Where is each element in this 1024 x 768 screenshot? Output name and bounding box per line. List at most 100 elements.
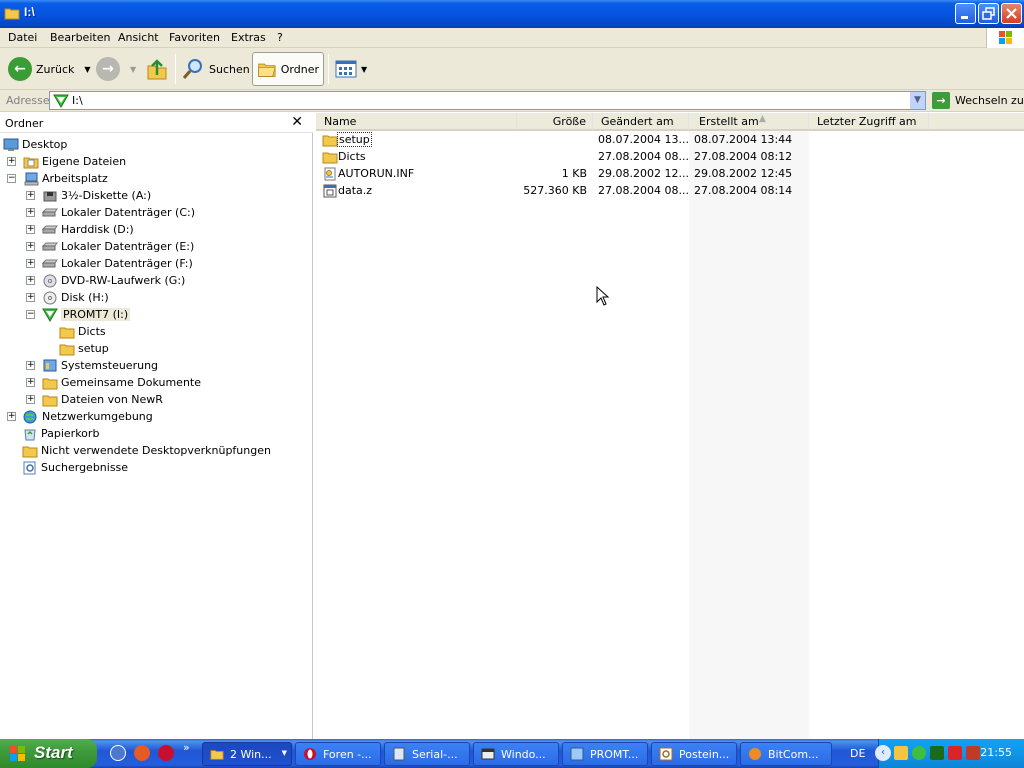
tree-item-papierkorb[interactable]: Papierkorb (22, 425, 99, 442)
tree-item-drive-i[interactable]: − PROMT7 (I:) (26, 306, 131, 323)
up-folder-button[interactable] (146, 52, 168, 86)
tree-item-drive-c[interactable]: + Lokaler Datenträger (C:) (26, 204, 195, 221)
quicklaunch-overflow-icon[interactable]: » (183, 741, 190, 754)
task-bitcomet[interactable]: BitCom... (740, 742, 832, 766)
views-button[interactable]: ▼ (335, 52, 367, 86)
tray-clock-app-icon[interactable] (894, 746, 908, 760)
file-modified: 29.08.2002 12... (598, 167, 689, 180)
forward-arrow-icon: → (96, 57, 120, 81)
column-header-size[interactable]: Größe (517, 113, 593, 131)
expand-icon[interactable]: + (26, 208, 35, 217)
expand-icon[interactable]: + (7, 412, 16, 421)
expand-icon[interactable]: + (26, 395, 35, 404)
menu-datei[interactable]: Datei (8, 31, 37, 44)
folder-icon (22, 446, 38, 457)
expand-icon[interactable]: + (26, 242, 35, 251)
restore-button[interactable] (978, 3, 999, 24)
back-button[interactable]: ← Zurück ▼ (8, 52, 91, 86)
close-button[interactable] (1001, 3, 1022, 24)
chevron-down-icon: ▼ (914, 95, 921, 105)
tree-item-arbeitsplatz[interactable]: − Arbeitsplatz (7, 170, 108, 187)
quicklaunch-opera-icon[interactable] (158, 745, 174, 761)
inf-file-icon (324, 167, 336, 181)
tree-item-unused-shortcuts[interactable]: Nicht verwendete Desktopverknüpfungen (22, 442, 271, 459)
tree-item-drive-d[interactable]: + Harddisk (D:) (26, 221, 134, 238)
tree-item-drive-h[interactable]: + Disk (H:) (26, 289, 109, 306)
address-value: I:\ (72, 94, 83, 107)
desktop-icon (3, 138, 19, 151)
window-app-icon (481, 748, 495, 760)
column-header-created[interactable]: Erstellt am ▲ (689, 113, 809, 131)
expand-icon[interactable]: + (26, 276, 35, 285)
tree-item-dicts[interactable]: Dicts (59, 323, 106, 340)
recycle-bin-icon (24, 429, 36, 440)
folders-label: Ordner (280, 62, 319, 76)
column-header-modified[interactable]: Geändert am (593, 113, 689, 131)
expand-icon[interactable]: + (26, 293, 35, 302)
tray-security-icon[interactable] (948, 746, 962, 760)
file-created: 27.08.2004 08:12 (694, 150, 793, 163)
tree-item-drive-g[interactable]: + DVD-RW-Laufwerk (G:) (26, 272, 185, 289)
column-header-accessed[interactable]: Letzter Zugriff am (809, 113, 929, 131)
file-list-pane: Name Größe Geändert am Erstellt am ▲ Let… (316, 113, 1024, 739)
tree-item-drive-a[interactable]: + 3½-Diskette (A:) (26, 187, 151, 204)
expand-icon[interactable]: + (26, 191, 35, 200)
tree-item-netzwerkumgebung[interactable]: + Netzwerkumgebung (7, 408, 153, 425)
expand-icon[interactable]: + (26, 378, 35, 387)
go-button[interactable]: → Wechseln zu (932, 92, 1024, 109)
tree-item-suchergebnisse[interactable]: Suchergebnisse (22, 459, 128, 476)
expand-icon[interactable]: + (26, 361, 35, 370)
task-windows[interactable]: Windo... (473, 742, 559, 766)
search-button[interactable]: Suchen (181, 52, 250, 86)
task-explorer-group[interactable]: 2 Win... ▼ (202, 742, 292, 766)
tree-item-drive-f[interactable]: + Lokaler Datenträger (F:) (26, 255, 193, 272)
address-dropdown-button[interactable]: ▼ (909, 92, 925, 109)
collapse-icon[interactable]: − (7, 174, 16, 183)
menu-ansicht[interactable]: Ansicht (118, 31, 159, 44)
menu-favoriten[interactable]: Favoriten (169, 31, 220, 44)
close-pane-button[interactable]: ✕ (291, 114, 303, 130)
task-promt[interactable]: PROMT... (562, 742, 648, 766)
start-button[interactable]: Start (0, 739, 97, 768)
tray-app-icon[interactable] (930, 746, 944, 760)
tree-item-drive-e[interactable]: + Lokaler Datenträger (E:) (26, 238, 194, 255)
forward-button[interactable]: → ▼ (96, 52, 136, 86)
expand-icon[interactable]: + (26, 259, 35, 268)
task-serial[interactable]: Serial-... (384, 742, 470, 766)
expand-icon[interactable]: + (7, 157, 16, 166)
control-panel-icon (43, 359, 57, 371)
folder-icon (322, 152, 338, 164)
quicklaunch-firefox-icon[interactable] (134, 745, 150, 761)
file-row-autorun[interactable]: AUTORUN.INF 1 KB 29.08.2002 12... 29.08.… (316, 166, 1024, 183)
menu-help[interactable]: ? (277, 31, 283, 44)
tree-item-gemeinsame-dokumente[interactable]: + Gemeinsame Dokumente (26, 374, 201, 391)
address-input[interactable]: I:\ ▼ (49, 91, 926, 110)
windows-logo-icon (986, 28, 1024, 48)
language-indicator[interactable]: DE (850, 747, 865, 760)
tree-item-systemsteuerung[interactable]: + Systemsteuerung (26, 357, 158, 374)
tree-item-setup[interactable]: setup (59, 340, 109, 357)
file-row-dicts[interactable]: Dicts 27.08.2004 08... 27.08.2004 08:12 (316, 149, 1024, 166)
minimize-icon (961, 16, 968, 19)
quicklaunch-explorer-icon[interactable] (110, 745, 126, 761)
documents-folder-icon (23, 157, 39, 168)
file-row-setup[interactable]: setup 08.07.2004 13... 08.07.2004 13:44 (316, 132, 1024, 149)
collapse-icon[interactable]: − (26, 310, 35, 319)
tree-item-dateien-von-newr[interactable]: + Dateien von NewR (26, 391, 163, 408)
task-opera-forum[interactable]: Foren -... (295, 742, 381, 766)
folders-button[interactable]: Ordner (252, 52, 324, 86)
file-row-data-z[interactable]: data.z 527.360 KB 27.08.2004 08... 27.08… (316, 183, 1024, 200)
tray-expand-icon[interactable]: ‹ (875, 745, 891, 761)
column-header-name[interactable]: Name (316, 113, 517, 131)
go-label: Wechseln zu (955, 94, 1024, 107)
tray-network-icon[interactable] (912, 746, 926, 760)
task-posteingang[interactable]: Postein... (651, 742, 737, 766)
tree-item-eigene-dateien[interactable]: + Eigene Dateien (7, 153, 126, 170)
minimize-button[interactable] (955, 3, 976, 24)
folder-tree-pane: Ordner ✕ Desktop + Eigene Dateien − Arbe… (0, 113, 313, 739)
tray-media-icon[interactable] (966, 746, 980, 760)
menu-extras[interactable]: Extras (231, 31, 266, 44)
menu-bearbeiten[interactable]: Bearbeiten (50, 31, 110, 44)
tree-item-desktop[interactable]: Desktop (3, 136, 67, 153)
expand-icon[interactable]: + (26, 225, 35, 234)
